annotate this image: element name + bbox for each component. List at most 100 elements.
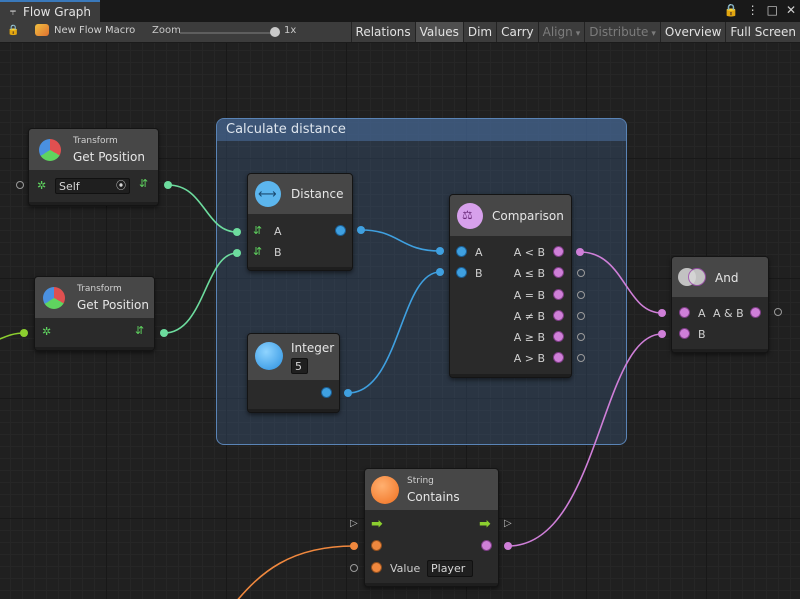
port-a-label: A [698, 307, 706, 320]
toolbar-buttons: Relations Values Dim Carry Align ▾ Distri… [350, 22, 800, 42]
target-picker-icon[interactable]: ⦿ [116, 179, 126, 194]
comparison-input-a-dot[interactable] [436, 247, 444, 255]
comparison-equal-dot[interactable] [577, 291, 585, 299]
lock-window-icon[interactable]: 🔒 [724, 3, 739, 17]
flow-input-triangle-icon[interactable]: ▷ [350, 519, 358, 529]
node-string-contains[interactable]: String Contains ➡ ➡ Value Player [364, 468, 499, 587]
comparison-input-b[interactable] [456, 267, 467, 278]
output-port-greater[interactable] [553, 352, 564, 363]
comparison-less-equal-dot[interactable] [577, 269, 585, 277]
and-input-a-dot[interactable] [658, 309, 666, 317]
target-field[interactable]: Self ⦿ [55, 178, 130, 194]
integer-output-port[interactable] [321, 387, 332, 398]
node-header[interactable]: ⚖ Comparison [450, 195, 571, 236]
output-port-not-equal[interactable] [553, 310, 564, 321]
contains-output-port[interactable] [481, 540, 492, 551]
transform-input-port[interactable] [20, 329, 28, 337]
node-comparison[interactable]: ⚖ Comparison A B A < B A ≤ B A = B A ≠ B… [449, 194, 572, 378]
node-distance[interactable]: ⟷ Distance ⇵ A ⇵ B [247, 173, 353, 271]
wire-distance-to-comparison-a[interactable] [360, 229, 441, 252]
position-output-port[interactable] [164, 181, 172, 189]
node-transform-get-position-1[interactable]: Transform Get Position ✲ Self ⦿ ⇵ [28, 128, 159, 206]
node-header[interactable]: Transform Get Position [29, 129, 158, 170]
distance-output-port[interactable] [335, 225, 346, 236]
output-port-greater-equal[interactable] [553, 331, 564, 342]
target-input-port[interactable] [16, 181, 24, 189]
wire-position-to-distance-a[interactable] [167, 184, 238, 233]
wire-integer-to-comparison-b[interactable] [347, 271, 441, 394]
lock-icon[interactable]: 🔒 [7, 25, 19, 36]
node-header[interactable]: ⟷ Distance [248, 174, 352, 214]
node-header[interactable]: And [672, 257, 768, 297]
node-integer[interactable]: Integer 5 [247, 333, 340, 413]
value-label: Value [390, 562, 421, 575]
integer-value-field[interactable]: 5 [291, 358, 308, 374]
carry-button[interactable]: Carry [496, 22, 538, 42]
distance-input-a[interactable] [233, 228, 241, 236]
output-label-equal: A = B [513, 289, 545, 302]
values-button[interactable]: Values [414, 22, 463, 42]
node-transform-get-position-2[interactable]: Transform Get Position ✲ ⇵ [34, 276, 155, 351]
comparison-greater-equal-dot[interactable] [577, 333, 585, 341]
output-port-less[interactable] [553, 246, 564, 257]
chevron-down-icon: ▾ [651, 29, 656, 39]
distribute-dropdown[interactable]: Distribute ▾ [584, 22, 660, 42]
align-dropdown[interactable]: Align ▾ [537, 22, 585, 42]
zoom-slider-track[interactable] [180, 32, 278, 34]
zoom-label: Zoom [152, 25, 181, 36]
comparison-input-b-dot[interactable] [436, 268, 444, 276]
string-input-port[interactable] [371, 540, 382, 551]
overview-button[interactable]: Overview [659, 22, 726, 42]
value-field[interactable]: Player [427, 560, 473, 577]
graph-canvas[interactable]: Calculate distance Transform Get Positio… [0, 43, 800, 599]
comparison-greater-dot[interactable] [577, 354, 585, 362]
maximize-icon[interactable]: □ [767, 3, 778, 17]
tab-flow-graph[interactable]: ⫧ Flow Graph [0, 0, 100, 22]
vector3-a-icon: ⇵ [253, 224, 263, 237]
node-category: String [407, 476, 434, 486]
and-output-port[interactable] [750, 307, 761, 318]
value-input-port[interactable] [371, 562, 382, 573]
output-port-equal[interactable] [553, 289, 564, 300]
close-icon[interactable]: ✕ [786, 3, 796, 17]
transform-icon [39, 139, 61, 161]
contains-output-dot[interactable] [504, 542, 512, 550]
node-and[interactable]: And A A & B B [671, 256, 769, 353]
macro-name: New Flow Macro [54, 24, 136, 36]
and-venn-right-icon [688, 268, 706, 286]
node-header[interactable]: Integer 5 [248, 334, 339, 380]
comparison-less-dot[interactable] [576, 248, 584, 256]
distance-output-dot[interactable] [357, 226, 365, 234]
integer-value: 5 [295, 360, 302, 373]
value-input-dot[interactable] [350, 564, 358, 572]
flow-graph-icon: ⫧ [9, 5, 17, 18]
and-output-dot[interactable] [774, 308, 782, 316]
zoom-slider-thumb[interactable] [270, 27, 280, 37]
integer-output-dot[interactable] [344, 389, 352, 397]
node-header[interactable]: Transform Get Position [35, 277, 154, 318]
distance-input-b[interactable] [233, 249, 241, 257]
position-output-port[interactable] [160, 329, 168, 337]
vector3-output-icon: ⇵ [139, 177, 149, 190]
string-input-dot[interactable] [350, 542, 358, 550]
wire-position-to-distance-b[interactable] [163, 252, 238, 334]
node-header[interactable]: String Contains [365, 469, 498, 510]
output-port-less-equal[interactable] [553, 267, 564, 278]
target-field-value: Self [59, 180, 80, 193]
and-input-b-dot[interactable] [658, 330, 666, 338]
window-menu-icon[interactable]: ⋮ [747, 3, 759, 17]
output-label-less: A < B [513, 246, 545, 259]
vector3-output-icon: ⇵ [135, 324, 145, 337]
flow-input-arrow-icon: ➡ [371, 516, 383, 532]
and-input-b[interactable] [679, 328, 690, 339]
comparison-not-equal-dot[interactable] [577, 312, 585, 320]
wire-comparison-to-and-a[interactable] [579, 251, 663, 314]
macro-breadcrumb[interactable]: New Flow Macro [35, 24, 135, 36]
wire-input-to-contains[interactable] [235, 545, 355, 599]
dim-button[interactable]: Dim [462, 22, 497, 42]
relations-button[interactable]: Relations [350, 22, 415, 42]
flow-output-triangle-icon[interactable]: ▷ [504, 519, 512, 529]
and-input-a[interactable] [679, 307, 690, 318]
fullscreen-button[interactable]: Full Screen [725, 22, 800, 42]
comparison-input-a[interactable] [456, 246, 467, 257]
